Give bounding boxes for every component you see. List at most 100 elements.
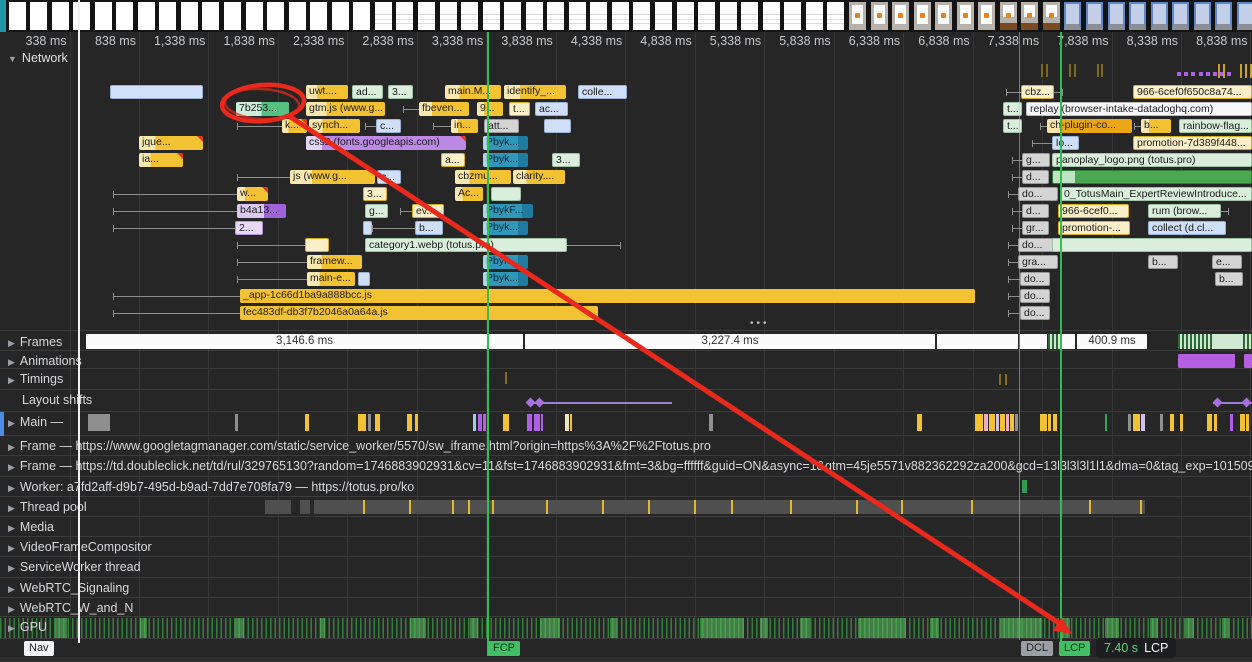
network-request-bar[interactable] xyxy=(491,187,521,201)
filmstrip-frame[interactable] xyxy=(698,2,715,30)
network-request-bar[interactable]: js (www.g... xyxy=(290,170,375,184)
network-request-bar[interactable]: 3... xyxy=(388,85,413,99)
network-request-bar[interactable]: Pbyk... xyxy=(483,255,528,269)
filmstrip-frame[interactable] xyxy=(1043,2,1060,30)
network-request-bar[interactable] xyxy=(358,272,370,286)
filmstrip-frame[interactable] xyxy=(181,2,198,30)
network-request-bar[interactable] xyxy=(1052,238,1252,252)
main-thread-activity[interactable] xyxy=(527,414,532,431)
network-request-bar[interactable]: b... xyxy=(1215,272,1243,286)
frame-duration-segment[interactable] xyxy=(937,334,1018,349)
lcp-marker-badge[interactable]: LCP xyxy=(1059,641,1090,656)
network-request-bar[interactable]: ia... xyxy=(139,153,183,167)
network-request-bar[interactable]: 966-6cef0f650c8a74... xyxy=(1133,85,1252,99)
track-worker[interactable]: ▶Worker: a7fd2aff-d9b7-495d-b9ad-7dd7e70… xyxy=(8,480,414,494)
network-request-bar[interactable]: b... xyxy=(1141,119,1171,133)
filmstrip-frame[interactable] xyxy=(784,2,801,30)
filmstrip-frame[interactable] xyxy=(1151,2,1168,30)
track-serviceworker[interactable]: ▶ServiceWorker thread xyxy=(8,560,141,574)
network-request-bar[interactable]: rum (brow... xyxy=(1148,204,1221,218)
filmstrip-frame[interactable] xyxy=(73,2,90,30)
network-request-bar[interactable]: ac... xyxy=(535,102,568,116)
filmstrip-frame[interactable] xyxy=(914,2,931,30)
network-request-bar[interactable]: 9... xyxy=(477,102,503,116)
frame-duration-segment[interactable] xyxy=(1243,334,1252,349)
main-thread-activity[interactable] xyxy=(368,414,371,431)
main-thread-activity[interactable] xyxy=(541,414,543,431)
network-request-bar[interactable]: framew... xyxy=(307,255,362,269)
main-thread-activity[interactable] xyxy=(1180,414,1183,431)
filmstrip-frame[interactable] xyxy=(849,2,866,30)
main-thread-activity[interactable] xyxy=(1006,414,1009,431)
main-thread-activity[interactable] xyxy=(534,414,540,431)
network-request-bar[interactable]: d... xyxy=(1022,204,1049,218)
network-request-bar[interactable]: cbz... xyxy=(1021,85,1054,99)
main-thread-activity[interactable] xyxy=(1105,414,1107,431)
network-resize-handle[interactable]: ••• xyxy=(750,318,770,329)
main-thread-activity[interactable] xyxy=(1133,414,1140,431)
filmstrip-frame[interactable] xyxy=(1000,2,1017,30)
layout-shift-line[interactable] xyxy=(527,402,672,404)
filmstrip-frame[interactable] xyxy=(1108,2,1125,30)
filmstrip-frame[interactable] xyxy=(1237,2,1252,30)
network-request-bar[interactable]: uwt.... xyxy=(306,85,348,99)
track-gpu[interactable]: ▶GPU xyxy=(8,620,47,634)
network-request-bar[interactable]: e... xyxy=(1212,255,1242,269)
dcl-marker-badge[interactable]: DCL xyxy=(1021,641,1053,656)
filmstrip-frame[interactable] xyxy=(763,2,780,30)
frame-duration-segment[interactable] xyxy=(1020,334,1047,349)
filmstrip-frame[interactable] xyxy=(30,2,47,30)
main-thread-activity[interactable] xyxy=(709,414,713,431)
network-request-bar[interactable]: promotion-... xyxy=(1058,221,1130,235)
network-request-bar[interactable]: 966-6cef0... xyxy=(1058,204,1129,218)
track-timings[interactable]: ▶Timings xyxy=(8,372,63,386)
track-frame[interactable]: ▶Frame — https://www.googletagmanager.co… xyxy=(8,439,711,453)
main-thread-activity[interactable] xyxy=(1053,414,1057,431)
main-thread-activity[interactable] xyxy=(473,414,476,431)
network-request-bar[interactable]: k... xyxy=(282,119,307,133)
network-request-bar[interactable]: Pbyk... xyxy=(483,272,528,286)
network-request-bar[interactable]: fec483df-db3f7b2046a0a64a.js xyxy=(240,306,598,320)
network-request-bar[interactable]: gr... xyxy=(1022,221,1049,235)
fcp-marker-badge[interactable]: FCP xyxy=(488,641,520,656)
network-request-bar[interactable]: rainbow-flag... xyxy=(1179,119,1252,133)
track-webrtc-signaling[interactable]: ▶WebRTC_Signaling xyxy=(8,581,129,595)
main-thread-activity[interactable] xyxy=(975,414,983,431)
network-request-bar[interactable]: g... xyxy=(1022,153,1050,167)
filmstrip-frame[interactable] xyxy=(677,2,694,30)
network-request-bar[interactable]: a... xyxy=(441,153,465,167)
main-thread-activity[interactable] xyxy=(478,414,482,431)
network-request-bar[interactable]: _app-1c66d1ba9a888bcc.js xyxy=(240,289,975,303)
network-section-header[interactable]: ▼Network xyxy=(8,51,68,65)
network-request-bar[interactable]: lo... xyxy=(1052,136,1079,150)
network-request-bar[interactable]: do... xyxy=(1020,272,1050,286)
network-request-bar[interactable]: synch... xyxy=(309,119,360,133)
main-thread-activity[interactable] xyxy=(570,414,572,431)
filmstrip-frame[interactable] xyxy=(612,2,629,30)
main-thread-activity[interactable] xyxy=(1010,414,1014,431)
track-frames[interactable]: ▶Frames xyxy=(8,335,62,349)
network-request-bar[interactable]: c... xyxy=(377,170,401,184)
network-request-bar[interactable]: 0_TotusMain_ExpertReviewIntroduce... xyxy=(1060,187,1252,201)
network-request-bar[interactable]: in... xyxy=(451,119,478,133)
main-thread-activity[interactable] xyxy=(503,414,509,431)
network-request-bar[interactable]: main.M... xyxy=(445,85,501,99)
main-thread-activity[interactable] xyxy=(1240,414,1245,431)
network-request-bar[interactable] xyxy=(1052,170,1252,184)
network-request-bar[interactable]: fbeven... xyxy=(419,102,469,116)
filmstrip-frame[interactable] xyxy=(935,2,952,30)
network-request-bar[interactable]: identify_... xyxy=(504,85,566,99)
filmstrip-frame[interactable] xyxy=(569,2,586,30)
network-request-bar[interactable]: promotion-7d389f448... xyxy=(1133,136,1252,150)
network-request-bar[interactable]: jque... xyxy=(139,136,203,150)
track-media[interactable]: ▶Media xyxy=(8,520,54,534)
filmstrip-frame[interactable] xyxy=(483,2,500,30)
track-main[interactable]: ▶Main — xyxy=(8,415,63,429)
network-request-bar[interactable]: t... xyxy=(509,102,530,116)
network-request-bar[interactable]: c... xyxy=(376,119,401,133)
network-request-bar[interactable]: css2 (fonts.googleapis.com) xyxy=(306,136,466,150)
frame-duration-segment[interactable] xyxy=(1062,334,1075,349)
filmstrip-frame[interactable] xyxy=(892,2,909,30)
filmstrip-frame[interactable] xyxy=(461,2,478,30)
main-thread-activity[interactable] xyxy=(88,414,110,431)
